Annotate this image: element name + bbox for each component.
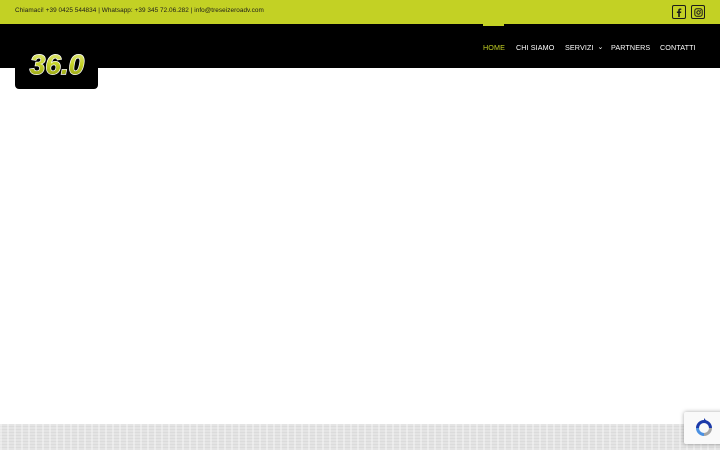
svg-text:36.0: 36.0 bbox=[29, 49, 84, 80]
chevron-down-icon: ⌄ bbox=[597, 44, 604, 51]
instagram-link[interactable] bbox=[691, 5, 705, 19]
top-bar: Chiamaci! +39 0425 544834 | Whatsapp: +3… bbox=[0, 0, 720, 24]
nav-partners[interactable]: PARTNERS bbox=[611, 43, 650, 52]
active-indicator bbox=[483, 24, 504, 26]
instagram-icon bbox=[693, 7, 703, 17]
nav-home[interactable]: HOME bbox=[483, 43, 505, 52]
recaptcha-badge[interactable] bbox=[684, 412, 720, 444]
site-logo[interactable]: 36.0 bbox=[15, 38, 98, 89]
logo-graphic: 36.0 bbox=[29, 48, 85, 80]
page: Chiamaci! +39 0425 544834 | Whatsapp: +3… bbox=[0, 0, 720, 450]
nav-contatti[interactable]: CONTATTI bbox=[660, 43, 696, 52]
nav-chi-siamo[interactable]: CHI SIAMO bbox=[516, 43, 554, 52]
footer-strip bbox=[0, 424, 720, 450]
nav-servizi[interactable]: SERVIZI ⌄ bbox=[565, 43, 604, 52]
nav-servizi-label: SERVIZI bbox=[565, 43, 594, 52]
contact-info[interactable]: Chiamaci! +39 0425 544834 | Whatsapp: +3… bbox=[15, 7, 264, 14]
recaptcha-icon bbox=[696, 418, 712, 436]
facebook-link[interactable] bbox=[672, 5, 686, 19]
facebook-icon bbox=[675, 8, 683, 17]
